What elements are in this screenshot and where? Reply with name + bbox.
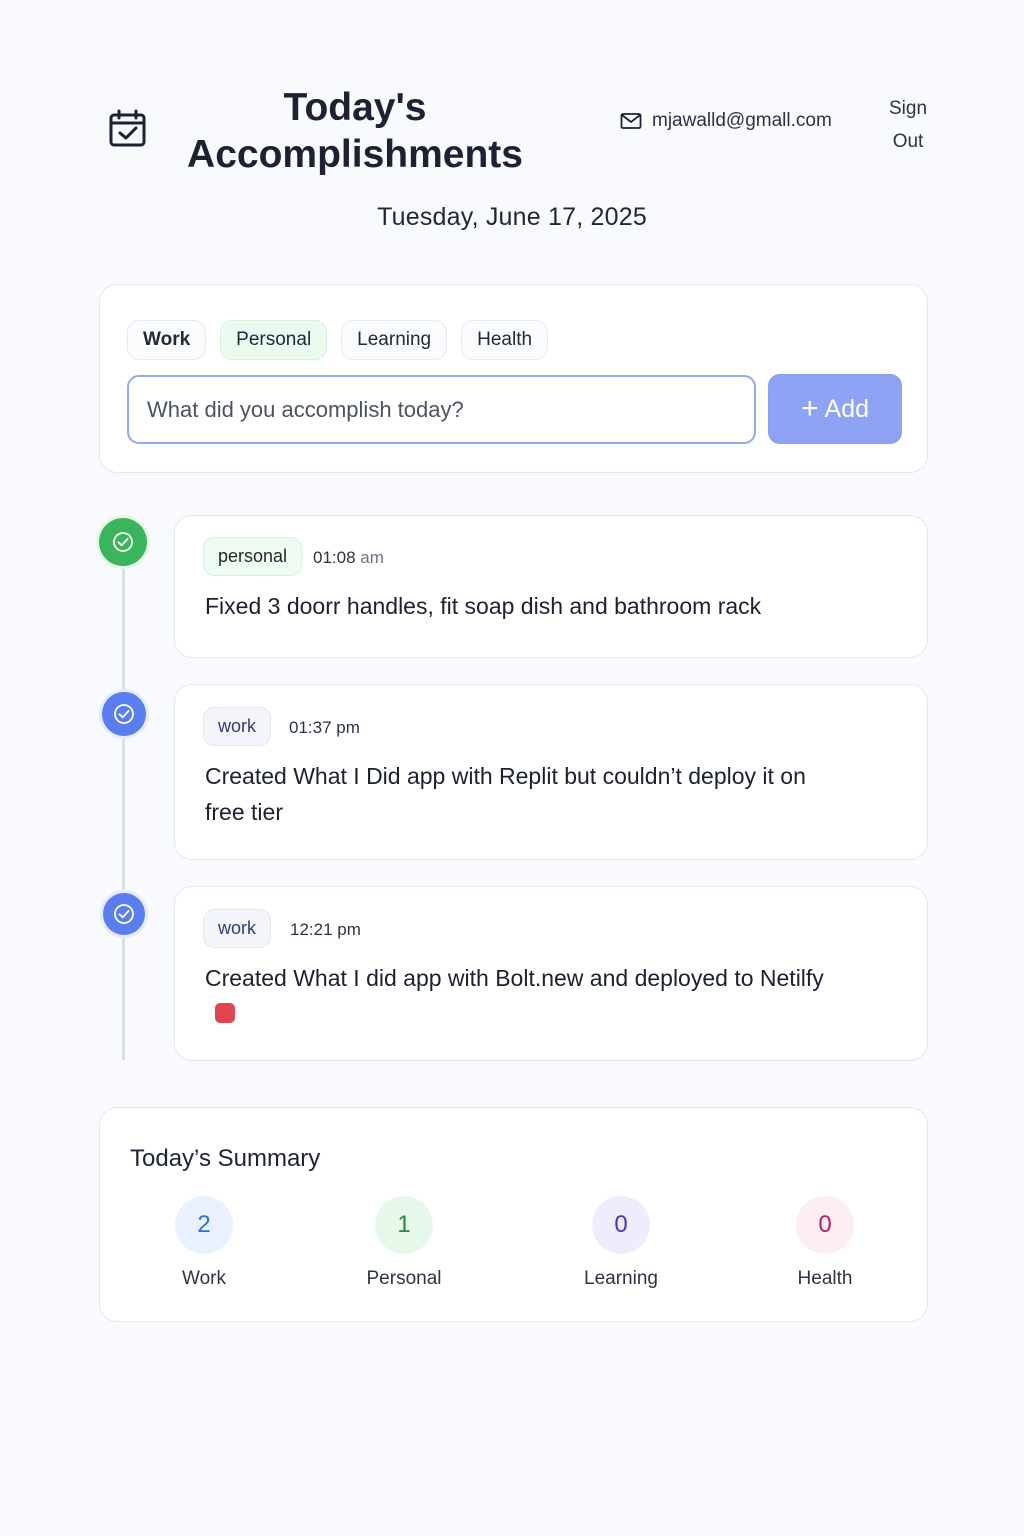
entry-text-content: Created What I did app with Bolt.new and… <box>205 965 824 991</box>
page-title: Today's Accomplishments <box>187 86 523 176</box>
summary-stat-learning: 0 Learning <box>561 1196 681 1290</box>
current-date: Tuesday, June 17, 2025 <box>377 203 647 231</box>
stat-count: 0 <box>796 1196 854 1254</box>
email-text: mjawalld@gmall.com <box>652 110 832 131</box>
status-check-icon <box>103 893 145 935</box>
time-ampm: am <box>360 548 384 567</box>
add-button-label: Add <box>824 394 869 423</box>
entry-time: 12:21 pm <box>290 920 361 939</box>
header: Today's Accomplishments mjawalld@gmall.c… <box>0 0 1024 231</box>
plus-icon: + <box>800 392 819 425</box>
category-tag: work <box>203 707 272 746</box>
category-chip-learning[interactable]: Learning <box>341 320 448 360</box>
stat-label: Personal <box>366 1268 442 1289</box>
status-check-icon <box>102 692 146 736</box>
accomplishment-input[interactable] <box>127 375 756 444</box>
category-tag: personal <box>203 537 303 576</box>
category-chip-health[interactable]: Health <box>461 320 549 360</box>
time-value: 01:08 <box>313 548 356 567</box>
stat-label: Health <box>797 1268 853 1289</box>
category-chip-personal[interactable]: Personal <box>220 320 328 360</box>
accomplishment-card[interactable]: work 12:21 pm Created What I did app wit… <box>174 886 928 1061</box>
sign-out-button[interactable]: Sign Out <box>880 92 936 158</box>
page: Today's Accomplishments mjawalld@gmall.c… <box>0 0 1024 1536</box>
entry-text: Created What I did app with Bolt.new and… <box>205 960 845 1032</box>
add-button[interactable]: + Add <box>768 374 902 444</box>
entry-text: Fixed 3 doorr handles, fit soap dish and… <box>205 593 762 619</box>
category-chip-work[interactable]: Work <box>127 320 207 360</box>
summary-title: Today’s Summary <box>130 1145 321 1172</box>
stat-count: 1 <box>375 1196 433 1254</box>
stat-count: 2 <box>175 1196 233 1254</box>
stat-label: Learning <box>584 1268 658 1289</box>
account-email: mjawalld@gmall.com <box>620 108 832 134</box>
status-check-icon <box>99 518 147 566</box>
mail-icon <box>620 113 642 129</box>
entry-time: 01:37 pm <box>289 718 360 737</box>
entry-time: 01:08 am <box>313 548 384 568</box>
category-tag: work <box>203 909 272 948</box>
summary-stat-personal: 1 Personal <box>344 1196 464 1290</box>
red-emoji-icon <box>215 1002 235 1023</box>
stat-label: Work <box>182 1268 226 1289</box>
summary-stat-health: 0 Health <box>765 1196 885 1290</box>
accomplishment-card[interactable]: work 01:37 pm Created What I Did app wit… <box>174 684 928 860</box>
stat-count: 0 <box>592 1196 650 1254</box>
calendar-check-icon <box>109 109 146 147</box>
summary-card: Today’s Summary 2 Work 1 Personal 0 Lear… <box>99 1107 928 1322</box>
add-accomplishment-card: Work Personal Learning Health + Add <box>99 284 928 473</box>
entry-text: Created What I Did app with Replit but c… <box>205 763 806 825</box>
timeline-line <box>122 545 125 1060</box>
accomplishment-card[interactable]: personal 01:08 am Fixed 3 doorr handles,… <box>174 515 928 658</box>
category-chips: Work Personal Learning Health <box>127 320 549 360</box>
summary-stat-work: 2 Work <box>144 1196 264 1290</box>
